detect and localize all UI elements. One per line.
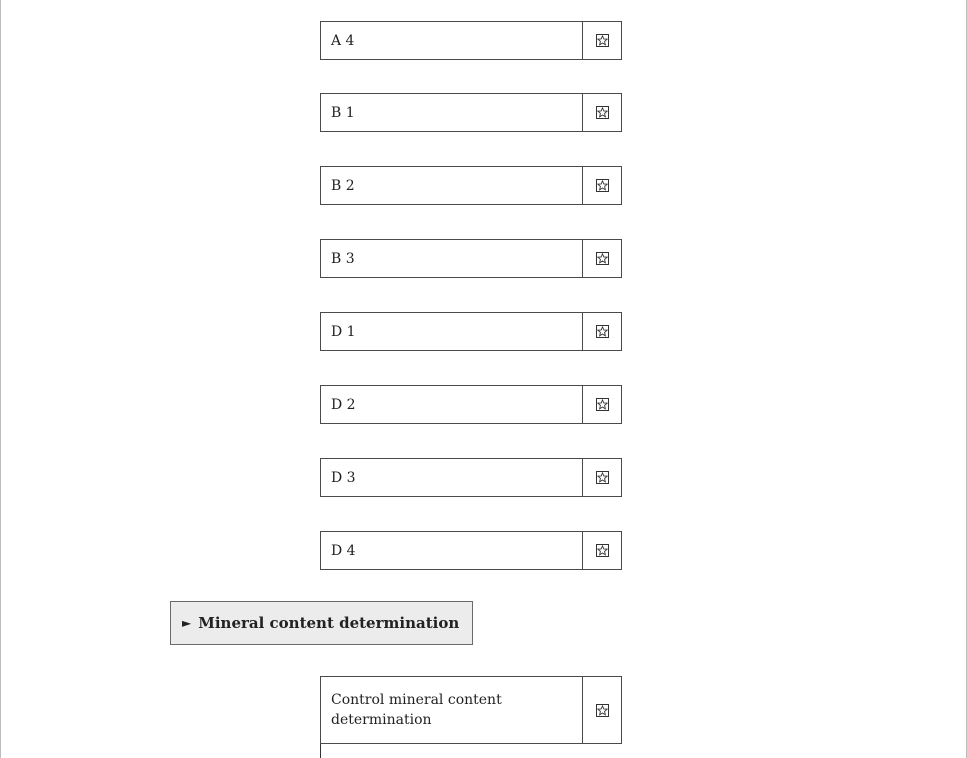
parameter-label: B 1 [321, 94, 583, 131]
parameter-box-d1[interactable]: D 1 [320, 312, 622, 351]
connector-line [320, 744, 321, 758]
parameter-label: B 2 [321, 167, 583, 204]
parameter-box-control-mineral-content[interactable]: Control mineral content determination [320, 676, 622, 744]
star-icon [583, 313, 621, 350]
parameter-box-d2[interactable]: D 2 [320, 385, 622, 424]
parameter-label: D 4 [321, 532, 583, 569]
star-icon [583, 677, 621, 743]
parameter-label: B 3 [321, 240, 583, 277]
submenu-mineral-content-determination[interactable]: ► Mineral content determination [170, 601, 473, 645]
parameter-label: A 4 [321, 22, 583, 59]
parameter-box-d4[interactable]: D 4 [320, 531, 622, 570]
star-icon [583, 386, 621, 423]
submenu-label: Mineral content determination [198, 614, 460, 632]
parameter-box-b2[interactable]: B 2 [320, 166, 622, 205]
parameter-box-b3[interactable]: B 3 [320, 239, 622, 278]
parameter-box-a4[interactable]: A 4 [320, 21, 622, 60]
star-icon [583, 167, 621, 204]
parameter-box-d3[interactable]: D 3 [320, 458, 622, 497]
parameter-label: D 2 [321, 386, 583, 423]
star-icon [583, 22, 621, 59]
star-icon [583, 532, 621, 569]
submenu-arrow-icon: ► [182, 616, 192, 630]
star-icon [583, 94, 621, 131]
parameter-label: Control mineral content determination [321, 677, 583, 743]
parameter-label: D 3 [321, 459, 583, 496]
star-icon [583, 240, 621, 277]
star-icon [583, 459, 621, 496]
page-border-left [0, 0, 1, 758]
parameter-box-b1[interactable]: B 1 [320, 93, 622, 132]
parameter-label: D 1 [321, 313, 583, 350]
